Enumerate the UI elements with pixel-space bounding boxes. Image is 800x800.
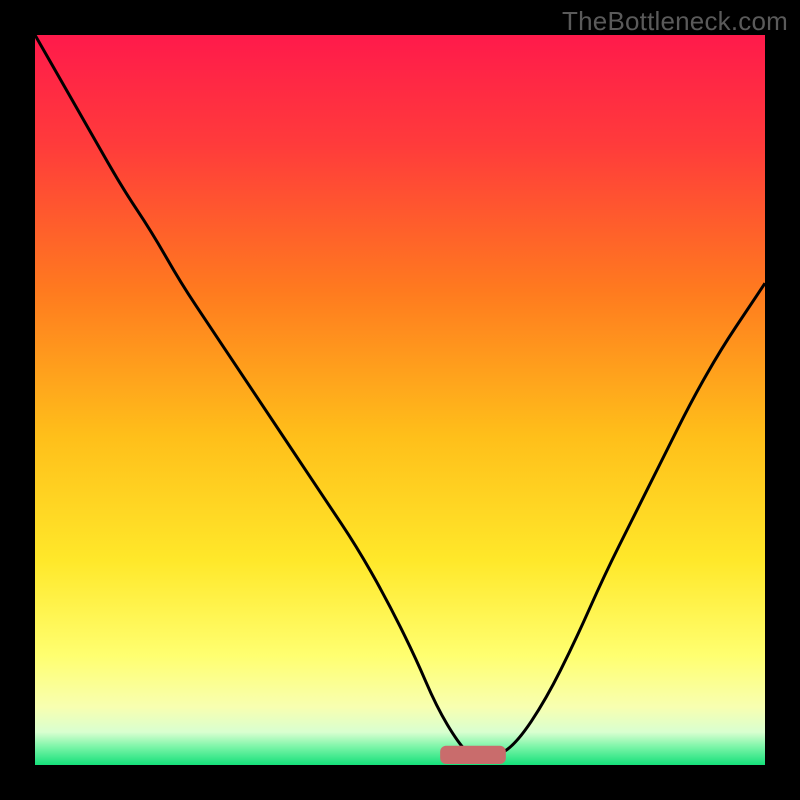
optimal-marker — [440, 746, 506, 764]
plot-area — [35, 35, 765, 765]
watermark-text: TheBottleneck.com — [562, 6, 788, 37]
gradient-background — [35, 35, 765, 765]
chart-container: TheBottleneck.com — [0, 0, 800, 800]
bottleneck-chart — [35, 35, 765, 765]
